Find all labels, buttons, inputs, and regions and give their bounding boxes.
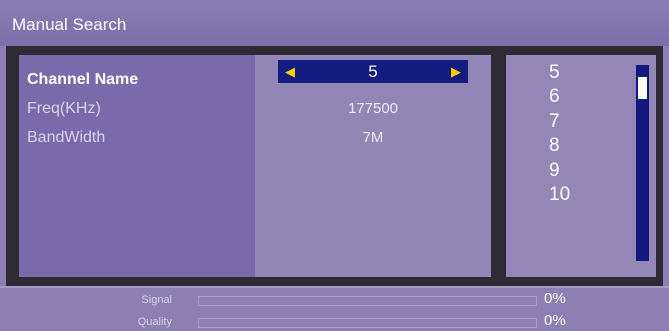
channel-list-item[interactable]: 6 [549,86,560,108]
channel-list-item[interactable]: 7 [549,111,560,133]
signal-bar [198,296,537,306]
channel-selector[interactable]: ◀ 5 ▶ [278,60,468,83]
bandwidth-value[interactable]: 7M [255,129,491,146]
quality-bar [198,318,537,328]
freq-label[interactable]: Freq(KHz) [27,100,101,118]
scrollbar-thumb[interactable] [638,77,647,99]
channel-list: 5 6 7 8 9 10 [506,55,656,277]
signal-value: 0% [544,290,566,307]
divider [0,286,669,288]
scrollbar-track[interactable] [636,65,649,261]
page-title: Manual Search [12,15,127,34]
settings-label-column: Channel Name Freq(KHz) BandWidth [19,55,255,277]
channel-value: 5 [368,62,378,81]
signal-label: Signal [141,294,172,306]
channel-list-item[interactable]: 8 [549,135,560,157]
channel-name-label[interactable]: Channel Name [27,71,138,89]
freq-value[interactable]: 177500 [255,100,491,117]
settings-value-column: ◀ 5 ▶ 177500 7M [255,55,491,277]
quality-value: 0% [544,312,566,329]
channel-list-item[interactable]: 10 [549,184,570,206]
channel-list-item[interactable]: 5 [549,62,560,84]
quality-label: Quality [137,316,172,328]
arrow-right-icon[interactable]: ▶ [451,64,461,80]
title-bar: Manual Search [0,0,669,46]
dialog-frame: Channel Name Freq(KHz) BandWidth ◀ 5 ▶ 1… [6,46,663,286]
channel-list-item[interactable]: 9 [549,160,560,182]
bandwidth-label[interactable]: BandWidth [27,129,105,147]
